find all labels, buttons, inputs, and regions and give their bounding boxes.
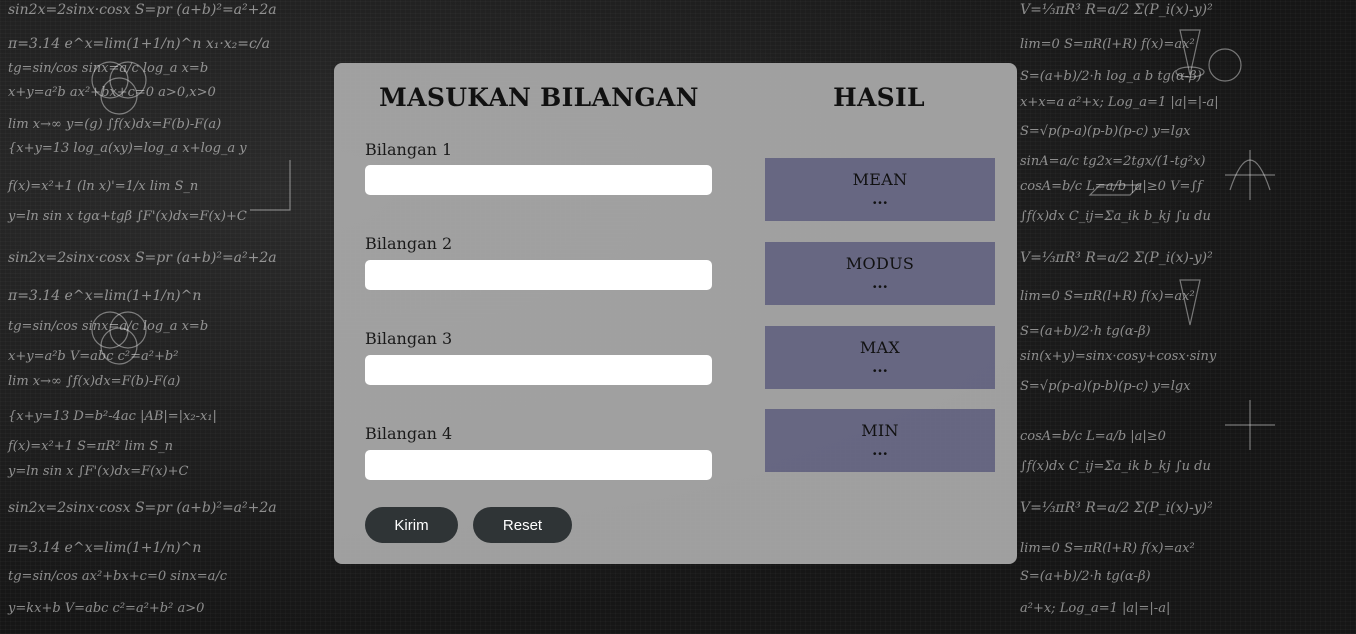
svg-text:π=3.14 e^x=lim(1+1/n)^n x₁·x: π=3.14 e^x=lim(1+1/n)^n x₁·x₂=c/a	[7, 36, 270, 52]
svg-text:V=⅓πR³ R=a/2 Σ(P_i(x)-y)²: V=⅓πR³ R=a/2 Σ(P_i(x)-y)²	[1020, 2, 1213, 18]
svg-text:tg=sin/cos sinx=a/c log_a x=: tg=sin/cos sinx=a/c log_a x=b	[8, 61, 208, 76]
modus-label: MODUS	[845, 254, 915, 273]
kirim-button[interactable]: Kirim	[365, 507, 458, 543]
bilangan-3-label: Bilangan 3	[365, 329, 453, 348]
svg-text:lim x→∞ ∫f(x)dx=F(b)-F(a): lim x→∞ ∫f(x)dx=F(b)-F(a)	[8, 374, 180, 389]
svg-text:{x+y=13 D=b²-4ac |AB|=|x₂-x₁: {x+y=13 D=b²-4ac |AB|=|x₂-x₁|	[8, 409, 217, 424]
mean-value: ...	[872, 190, 888, 208]
svg-text:∫f(x)dx C_ij=Σa_ik b_kj ∫u d: ∫f(x)dx C_ij=Σa_ik b_kj ∫u du	[1020, 459, 1211, 474]
svg-text:sin2x=2sinx·cosx S=pr (a+b)²: sin2x=2sinx·cosx S=pr (a+b)²=a²+2a	[8, 250, 277, 266]
svg-text:x+y=a²b V=abc c²=a²+b²: x+y=a²b V=abc c²=a²+b²	[8, 349, 178, 364]
bilangan-4-label: Bilangan 4	[365, 424, 453, 443]
mean-result-box: MEAN ...	[765, 158, 995, 221]
svg-text:lim=0 S=πR(l+R) f(x)=ax²: lim=0 S=πR(l+R) f(x)=ax²	[1020, 37, 1195, 52]
form-title: MASUKAN BILANGAN	[379, 83, 699, 112]
svg-text:y=ln sin x tgα+tgβ ∫F'(x)dx=: y=ln sin x tgα+tgβ ∫F'(x)dx=F(x)+C	[7, 209, 247, 224]
svg-text:π=3.14 e^x=lim(1+1/n)^n: π=3.14 e^x=lim(1+1/n)^n	[7, 288, 201, 304]
svg-text:V=⅓πR³ R=a/2 Σ(P_i(x)-y)²: V=⅓πR³ R=a/2 Σ(P_i(x)-y)²	[1020, 250, 1213, 266]
svg-text:lim=0 S=πR(l+R) f(x)=ax²: lim=0 S=πR(l+R) f(x)=ax²	[1020, 541, 1195, 556]
min-result-box: MIN ...	[765, 409, 995, 472]
min-label: MIN	[861, 421, 899, 440]
modus-value: ...	[872, 274, 888, 292]
svg-text:cosA=b/c L=a/b |a|≥0: cosA=b/c L=a/b |a|≥0	[1020, 429, 1166, 444]
svg-text:S=(a+b)/2·h tg(α-β): S=(a+b)/2·h tg(α-β)	[1020, 324, 1151, 339]
max-label: MAX	[859, 338, 901, 357]
calculator-panel: MASUKAN BILANGAN HASIL Bilangan 1 Bilang…	[334, 63, 1017, 564]
bilangan-1-input[interactable]	[365, 165, 712, 195]
min-value: ...	[872, 441, 888, 459]
svg-text:tg=sin/cos ax²+bx+c=0 sinx=a: tg=sin/cos ax²+bx+c=0 sinx=a/c	[8, 569, 228, 584]
max-value: ...	[872, 358, 888, 376]
svg-text:y=kx+b V=abc c²=a²+b² a>0: y=kx+b V=abc c²=a²+b² a>0	[7, 601, 204, 616]
mean-label: MEAN	[852, 170, 908, 189]
result-title: HASIL	[833, 83, 925, 112]
svg-text:sin(x+y)=sinx·cosy+cosx·siny: sin(x+y)=sinx·cosy+cosx·siny	[1020, 349, 1217, 364]
svg-text:sin2x=2sinx·cosx S=pr (a+b)²: sin2x=2sinx·cosx S=pr (a+b)²=a²+2a	[8, 500, 277, 516]
bilangan-1-label: Bilangan 1	[365, 140, 453, 159]
svg-text:S=(a+b)/2·h log_a b tg(α-β): S=(a+b)/2·h log_a b tg(α-β)	[1020, 69, 1202, 84]
svg-text:sinA=a/c tg2x=2tgx/(1-tg²x): sinA=a/c tg2x=2tgx/(1-tg²x)	[1020, 154, 1206, 169]
svg-text:y=ln sin x ∫F'(x)dx=F(x)+C: y=ln sin x ∫F'(x)dx=F(x)+C	[7, 464, 188, 479]
max-result-box: MAX ...	[765, 326, 995, 389]
bilangan-2-input[interactable]	[365, 260, 712, 290]
bilangan-2-label: Bilangan 2	[365, 234, 453, 253]
svg-text:lim=0 S=πR(l+R) f(x)=ax²: lim=0 S=πR(l+R) f(x)=ax²	[1020, 289, 1195, 304]
bilangan-3-input[interactable]	[365, 355, 712, 385]
modus-result-box: MODUS ...	[765, 242, 995, 305]
svg-text:f(x)=x²+1 S=πR² lim S_n: f(x)=x²+1 S=πR² lim S_n	[7, 439, 173, 454]
svg-text:∫f(x)dx C_ij=Σa_ik b_kj ∫u d: ∫f(x)dx C_ij=Σa_ik b_kj ∫u du	[1020, 209, 1211, 224]
svg-text:π=3.14 e^x=lim(1+1/n)^n: π=3.14 e^x=lim(1+1/n)^n	[7, 540, 201, 556]
svg-text:V=⅓πR³ R=a/2 Σ(P_i(x)-y)²: V=⅓πR³ R=a/2 Σ(P_i(x)-y)²	[1020, 500, 1213, 516]
svg-text:x+x=a a²+x; Log_a=1 |a|=|-a|: x+x=a a²+x; Log_a=1 |a|=|-a|	[1020, 95, 1219, 110]
svg-text:S=√p(p-a)(p-b)(p-c) y=lgx: S=√p(p-a)(p-b)(p-c) y=lgx	[1020, 379, 1191, 394]
svg-text:S=√p(p-a)(p-b)(p-c) y=lgx: S=√p(p-a)(p-b)(p-c) y=lgx	[1020, 124, 1191, 139]
svg-text:S=(a+b)/2·h tg(α-β): S=(a+b)/2·h tg(α-β)	[1020, 569, 1151, 584]
svg-text:cosA=b/c L=a/b |a|≥0 V=∫f: cosA=b/c L=a/b |a|≥0 V=∫f	[1020, 179, 1204, 194]
reset-button[interactable]: Reset	[473, 507, 572, 543]
svg-text:lim x→∞ y=(g) ∫f(x)dx=F(b)-F: lim x→∞ y=(g) ∫f(x)dx=F(b)-F(a)	[8, 117, 221, 132]
svg-text:{x+y=13 log_a(xy)=log_a x+log: {x+y=13 log_a(xy)=log_a x+log_a y	[8, 141, 247, 156]
svg-text:f(x)=x²+1 (ln x)'=1/x lim S_: f(x)=x²+1 (ln x)'=1/x lim S_n	[7, 179, 198, 194]
svg-text:a²+x; Log_a=1 |a|=|-a|: a²+x; Log_a=1 |a|=|-a|	[1020, 601, 1170, 616]
bilangan-4-input[interactable]	[365, 450, 712, 480]
svg-text:sin2x=2sinx·cosx S=pr (a+b)²: sin2x=2sinx·cosx S=pr (a+b)²=a²+2a	[8, 2, 277, 18]
